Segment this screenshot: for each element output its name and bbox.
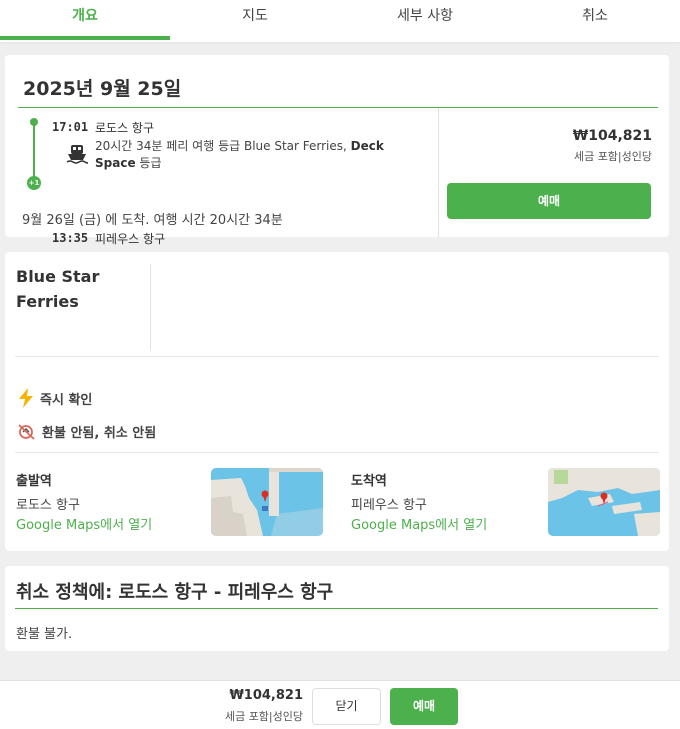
departure-station-title: 출발역 <box>16 474 52 489</box>
timeline-line <box>33 122 35 180</box>
tab-overview[interactable]: 개요 <box>0 0 170 42</box>
trip-description-prefix: 20시간 34분 페리 여행 등급 Blue Star Ferries, <box>95 139 347 153</box>
feature-label: 환불 안됨, 취소 안됨 <box>42 426 157 441</box>
arrival-port: 피레우스 항구 <box>95 232 166 246</box>
departure-port: 로도스 항구 <box>95 121 155 135</box>
cancellation-text: 환불 불가. <box>16 627 73 642</box>
departure-maps-link[interactable]: Google Maps에서 열기 <box>16 514 152 533</box>
divider <box>15 608 658 609</box>
trip-price: ₩104,821 <box>572 128 652 144</box>
departure-time: 17:01 <box>52 120 89 134</box>
operator-card: Blue Star Ferries 즉시 확인 환불 안됨, 취소 안됨 출발역… <box>5 252 669 551</box>
arrival-station-title: 도착역 <box>351 474 387 489</box>
operator-name: Blue Star Ferries <box>16 267 100 311</box>
feature-instant-confirm: 즉시 확인 <box>17 388 92 408</box>
feature-no-refund: 환불 안됨, 취소 안됨 <box>17 422 156 441</box>
trip-price-note: 세금 포함|성인당 <box>573 150 652 163</box>
trip-date: 2025년 9월 25일 <box>23 78 182 100</box>
divider <box>15 356 659 357</box>
divider <box>150 264 151 350</box>
itinerary: +1 17:01 로도스 항구 20시간 34분 페리 여행 등급 Blue S… <box>5 108 439 246</box>
ferry-icon <box>66 145 88 164</box>
trip-description: 20시간 34분 페리 여행 등급 Blue Star Ferries, Dec… <box>95 138 425 172</box>
arrival-station-name: 피레우스 항구 <box>351 498 427 513</box>
departure-map[interactable] <box>211 468 323 536</box>
trip-description-suffix: 등급 <box>139 156 162 170</box>
tab-map[interactable]: 지도 <box>170 0 340 42</box>
tab-details[interactable]: 세부 사항 <box>340 0 510 42</box>
cancellation-card: 취소 정책에: 로도스 항구 - 피레우스 항구 환불 불가. <box>5 566 669 651</box>
departure-station-name: 로도스 항구 <box>16 498 80 513</box>
lightning-icon <box>19 388 33 408</box>
book-button[interactable]: 예매 <box>447 183 651 219</box>
cancellation-title: 취소 정책에: 로도스 항구 - 피레우스 항구 <box>16 582 334 603</box>
divider <box>15 452 659 453</box>
bottom-price-note: 세금 포함|성인당 <box>224 710 303 723</box>
arrival-time: 13:35 <box>52 231 89 245</box>
no-refund-icon <box>18 423 35 440</box>
trip-card: 2025년 9월 25일 +1 17:01 로도스 항구 20시간 34분 페리… <box>5 55 669 246</box>
feature-label: 즉시 확인 <box>40 392 93 408</box>
bottom-price: ₩104,821 <box>229 688 303 703</box>
tab-cancel[interactable]: 취소 <box>510 0 680 42</box>
arrival-map[interactable] <box>548 468 660 536</box>
arrival-maps-link[interactable]: Google Maps에서 열기 <box>351 514 487 533</box>
bottom-book-button[interactable]: 예매 <box>390 688 458 725</box>
departure-dot <box>30 118 38 126</box>
tab-bar: 개요 지도 세부 사항 취소 <box>0 0 680 42</box>
bottom-bar: ₩104,821 세금 포함|성인당 닫기 예매 <box>0 680 680 729</box>
arrival-note: 9월 26일 (금) 에 도착. 여행 시간 20시간 34분 <box>22 213 283 228</box>
close-button[interactable]: 닫기 <box>312 688 381 725</box>
next-day-badge: +1 <box>27 176 41 190</box>
